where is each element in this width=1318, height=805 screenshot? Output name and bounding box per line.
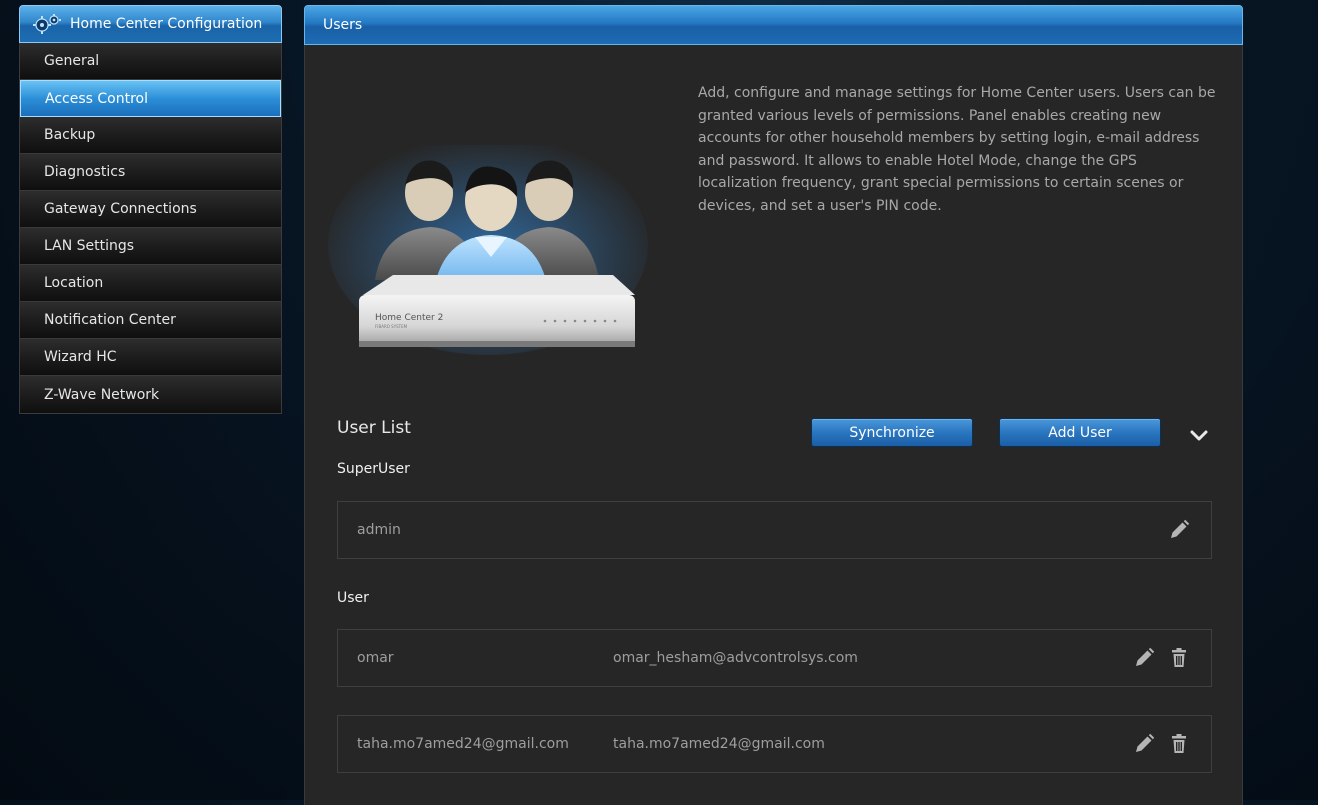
user-email: omar_hesham@advcontrolsys.com bbox=[613, 650, 858, 666]
sidebar-menu: General Access Control Backup Diagnostic… bbox=[19, 43, 282, 414]
panel-body: Home Center 2 FIBARO SYSTEM Add, configu… bbox=[304, 45, 1243, 805]
sidebar-item-general[interactable]: General bbox=[20, 43, 281, 80]
hero-device-label: Home Center 2 bbox=[375, 313, 443, 323]
sidebar-item-z-wave-network[interactable]: Z-Wave Network bbox=[20, 376, 281, 413]
user-name: taha.mo7amed24@gmail.com bbox=[357, 736, 569, 752]
sidebar-item-location[interactable]: Location bbox=[20, 265, 281, 302]
sidebar-item-backup[interactable]: Backup bbox=[20, 117, 281, 154]
panel-description: Add, configure and manage settings for H… bbox=[698, 85, 1216, 214]
synchronize-button[interactable]: Synchronize bbox=[811, 418, 973, 447]
sidebar-title: Home Center Configuration bbox=[70, 16, 263, 32]
superuser-group-label: SuperUser bbox=[337, 461, 410, 477]
user-row: taha.mo7amed24@gmail.com taha.mo7amed24@… bbox=[337, 715, 1212, 773]
user-name: omar bbox=[357, 650, 394, 666]
sidebar-item-access-control[interactable]: Access Control bbox=[20, 80, 281, 117]
sidebar-item-diagnostics[interactable]: Diagnostics bbox=[20, 154, 281, 191]
trash-icon[interactable] bbox=[1168, 733, 1190, 755]
user-email: taha.mo7amed24@gmail.com bbox=[613, 736, 825, 752]
panel-title: Users bbox=[323, 17, 363, 33]
edit-icon[interactable] bbox=[1133, 647, 1155, 669]
user-list-title: User List bbox=[337, 418, 411, 438]
user-row: omar omar_hesham@advcontrolsys.com bbox=[337, 629, 1212, 687]
sidebar: Home Center Configuration General Access… bbox=[19, 5, 282, 414]
edit-icon[interactable] bbox=[1133, 733, 1155, 755]
sidebar-item-lan-settings[interactable]: LAN Settings bbox=[20, 228, 281, 265]
chevron-down-icon[interactable] bbox=[1188, 425, 1210, 447]
sidebar-header: Home Center Configuration bbox=[19, 5, 282, 43]
add-user-button[interactable]: Add User bbox=[999, 418, 1161, 447]
users-hero-illustration: Home Center 2 FIBARO SYSTEM bbox=[323, 135, 653, 360]
users-panel: Users Home Center 2 FIBARO SYSTEM Add, c… bbox=[304, 5, 1243, 805]
user-group-label: User bbox=[337, 590, 369, 606]
panel-header: Users bbox=[304, 5, 1243, 45]
edit-icon[interactable] bbox=[1168, 519, 1190, 541]
sidebar-item-wizard-hc[interactable]: Wizard HC bbox=[20, 339, 281, 376]
user-name: admin bbox=[357, 522, 401, 538]
sidebar-item-gateway-connections[interactable]: Gateway Connections bbox=[20, 191, 281, 228]
hero-device-sublabel: FIBARO SYSTEM bbox=[375, 324, 408, 329]
superuser-row: admin bbox=[337, 501, 1212, 559]
gears-icon bbox=[28, 6, 66, 42]
trash-icon[interactable] bbox=[1168, 647, 1190, 669]
sidebar-item-notification-center[interactable]: Notification Center bbox=[20, 302, 281, 339]
